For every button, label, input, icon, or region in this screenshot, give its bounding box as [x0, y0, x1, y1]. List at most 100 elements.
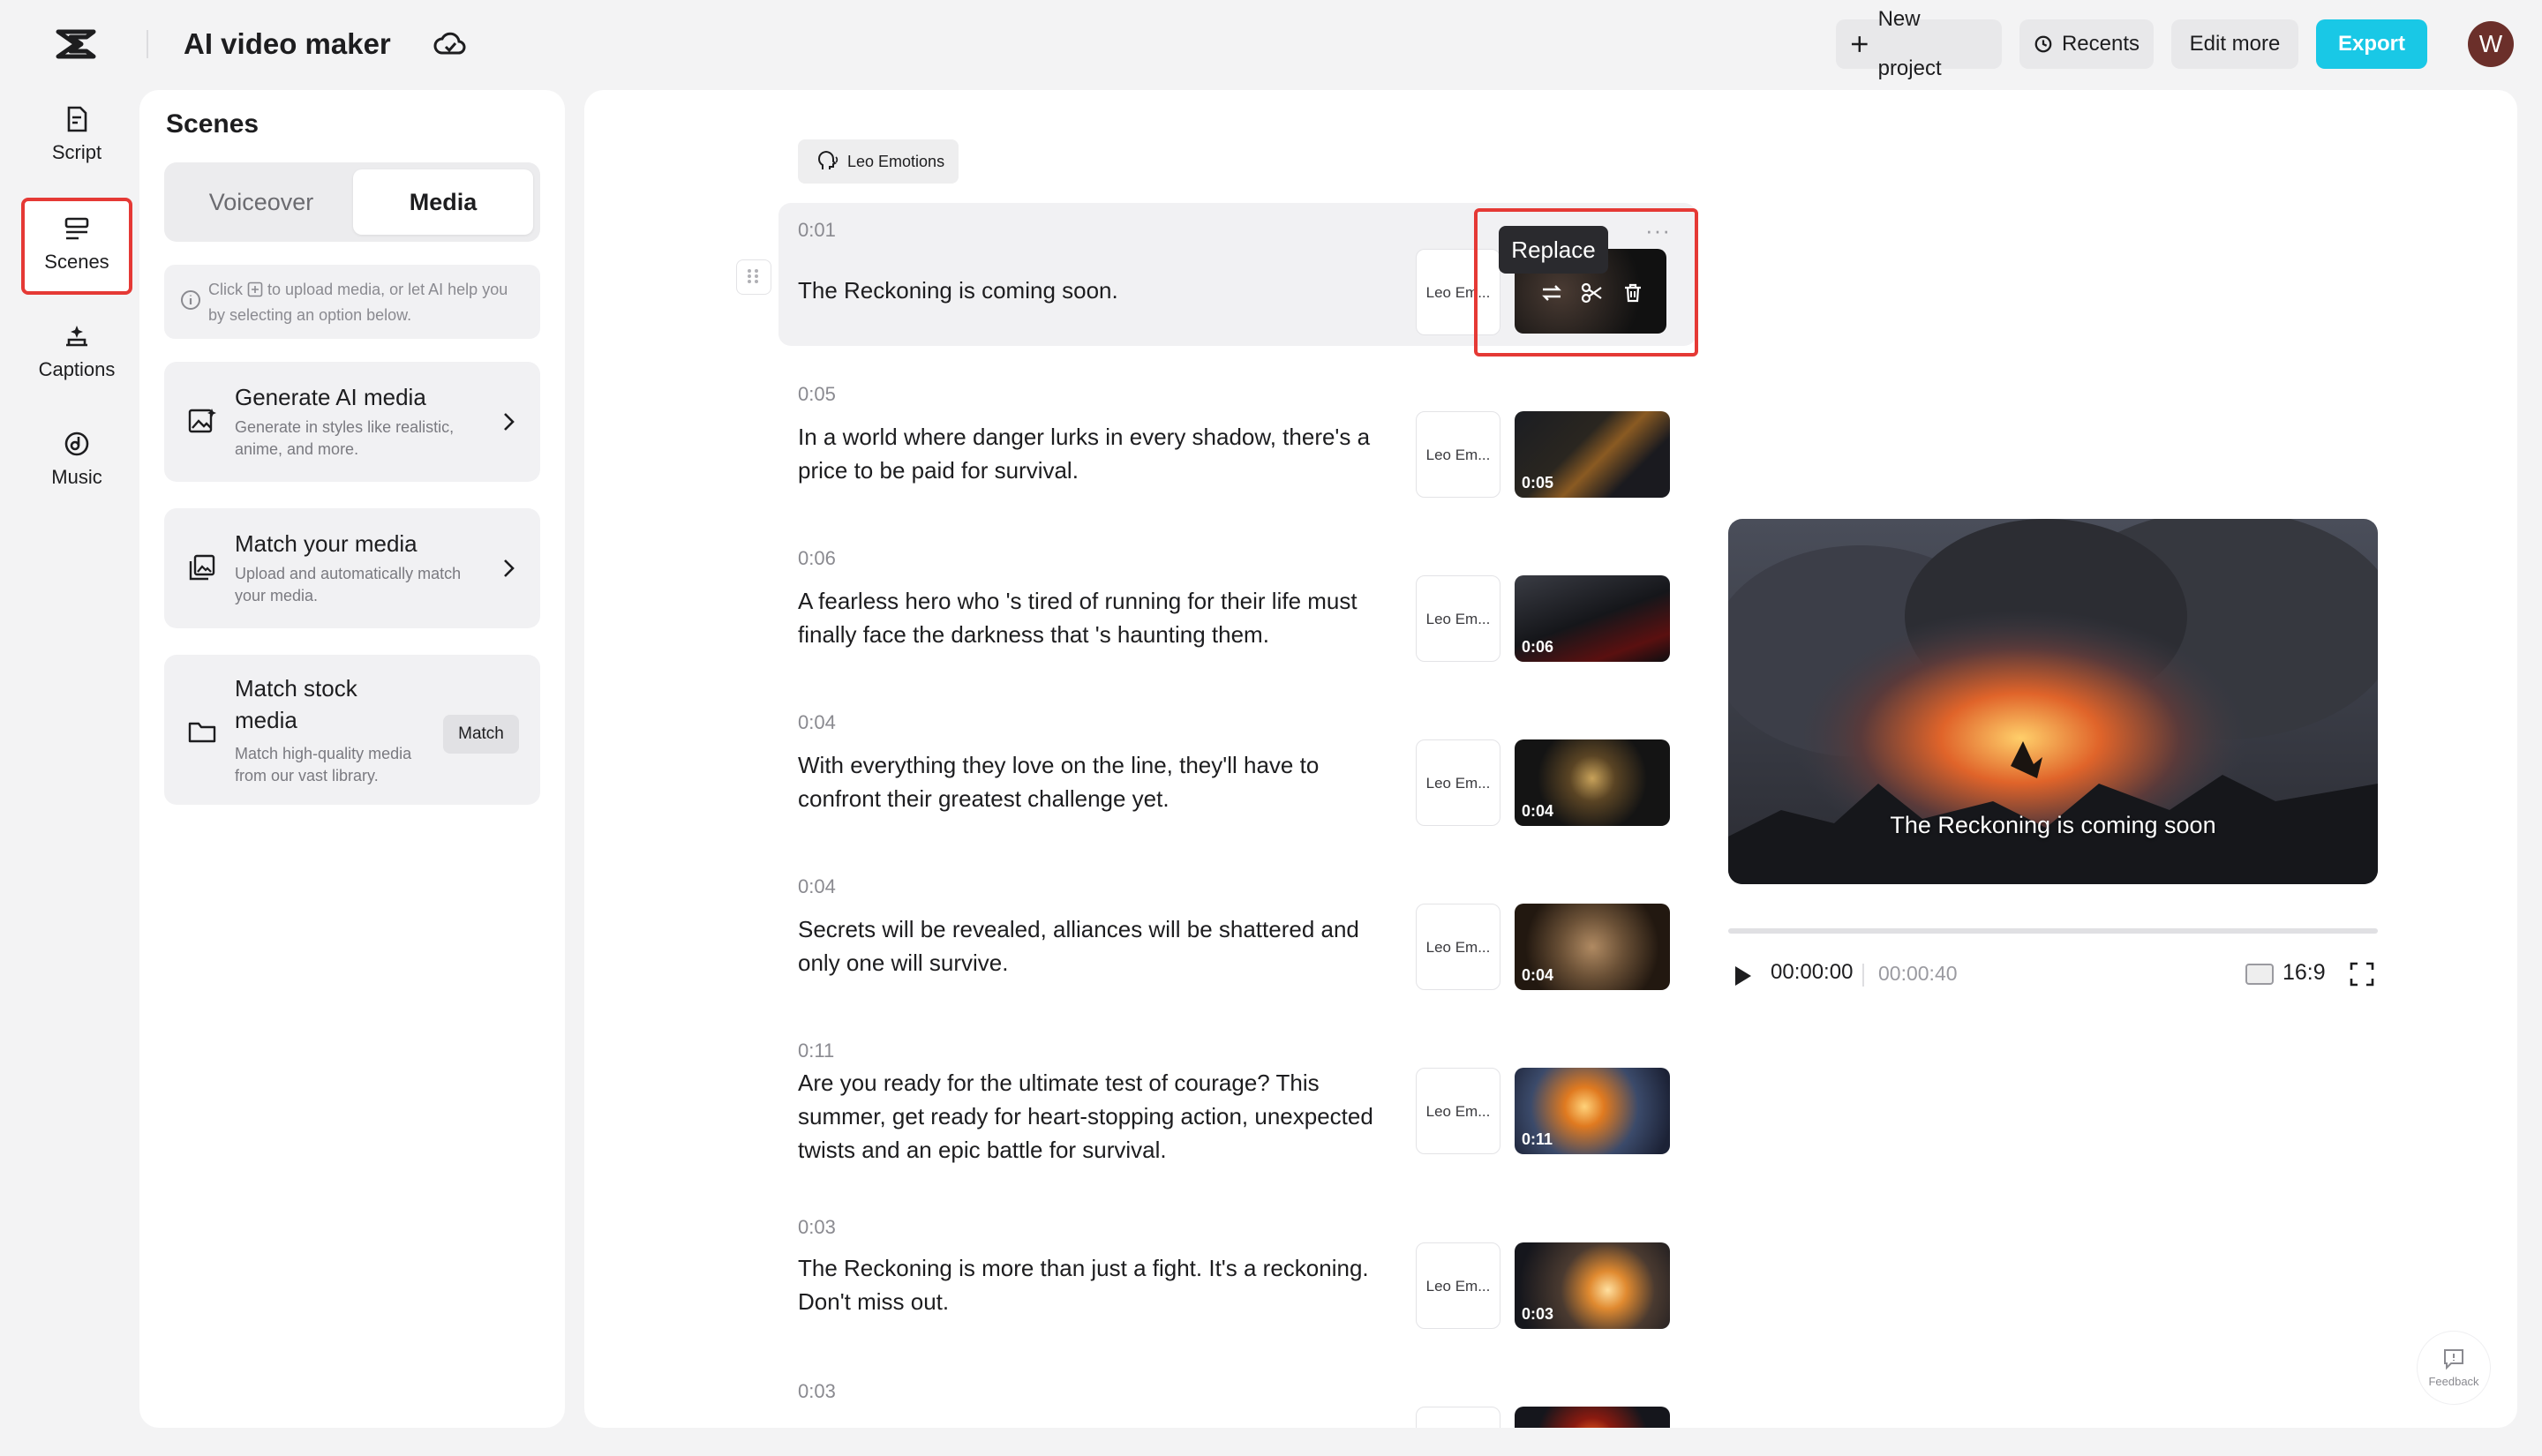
scene-voice-button[interactable]: Leo Em...: [1416, 1068, 1500, 1154]
scene-row[interactable]: 0:03: [778, 1366, 1696, 1428]
scene-row[interactable]: 0:05 In a world where danger lurks in ev…: [778, 369, 1696, 517]
thumbnail-duration: 0:05: [1522, 474, 1553, 492]
rail-label: Scenes: [44, 251, 109, 273]
replace-tooltip: Replace: [1499, 226, 1608, 274]
card-subtitle: Generate in styles like realistic, anime…: [235, 417, 473, 461]
rail-label: Script: [52, 141, 102, 163]
plus-icon: [1850, 34, 1869, 54]
video-preview[interactable]: The Reckoning is coming soon: [1728, 519, 2378, 884]
scene-time: 0:05: [798, 383, 836, 406]
capcut-logo-icon: [53, 25, 99, 64]
card-title: Match stock media: [235, 672, 385, 736]
scene-row[interactable]: 0:06 A fearless hero who 's tired of run…: [778, 533, 1696, 681]
scene-thumbnail[interactable]: 0:06: [1515, 575, 1670, 662]
new-project-button[interactable]: New project: [1836, 19, 2002, 69]
scene-time: 0:06: [798, 547, 836, 570]
rail-label: Captions: [39, 358, 116, 380]
scene-time: 0:03: [798, 1380, 836, 1403]
thumbnail-duration: 0:11: [1522, 1130, 1553, 1149]
current-time: 00:00:00: [1771, 960, 1853, 985]
scene-thumbnail[interactable]: 0:11: [1515, 1068, 1670, 1154]
upload-info-box: Click to upload media, or let AI help yo…: [164, 265, 540, 339]
feedback-button[interactable]: Feedback: [2417, 1331, 2491, 1405]
feedback-icon: [2440, 1346, 2467, 1372]
info-text-before: Click: [208, 281, 243, 298]
scene-row[interactable]: 0:11 Are you ready for the ultimate test…: [778, 1025, 1696, 1202]
export-label: Export: [2338, 19, 2405, 69]
edit-more-button[interactable]: Edit more: [2171, 19, 2298, 69]
more-options-icon[interactable]: ···: [1645, 217, 1671, 244]
scene-text[interactable]: In a world where danger lurks in every s…: [798, 420, 1398, 487]
scenes-icon: [62, 214, 92, 244]
scene-voice-button[interactable]: Leo Em...: [1416, 739, 1500, 826]
scene-voice-button[interactable]: Leo Em...: [1416, 1242, 1500, 1329]
upload-info-text: Click to upload media, or let AI help yo…: [208, 277, 526, 328]
gallery-icon: [187, 552, 217, 582]
scene-thumbnail[interactable]: 0:04: [1515, 739, 1670, 826]
upload-icon[interactable]: [247, 281, 263, 297]
avatar[interactable]: W: [2468, 21, 2514, 67]
match-your-media-card[interactable]: Match your media Upload and automaticall…: [164, 508, 540, 628]
feedback-label: Feedback: [2418, 1375, 2490, 1388]
header-divider: [147, 30, 148, 58]
scene-text[interactable]: With everything they love on the line, t…: [798, 748, 1398, 815]
fullscreen-icon[interactable]: [2348, 960, 2376, 988]
card-subtitle: Match high-quality media from our vast l…: [235, 743, 447, 787]
scene-text[interactable]: Are you ready for the ultimate test of c…: [798, 1066, 1398, 1167]
info-icon: [180, 289, 201, 311]
voice-tag-button[interactable]: Leo Emotions: [798, 139, 959, 184]
scene-thumbnail[interactable]: 0:05: [1515, 411, 1670, 498]
total-time: 00:00:40: [1878, 962, 1958, 986]
scene-time: 0:04: [798, 875, 836, 898]
scene-row[interactable]: 0:04 Secrets will be revealed, alliances…: [778, 861, 1696, 1009]
card-title: Match your media: [235, 528, 417, 559]
chevron-right-icon: [498, 409, 519, 434]
scene-thumbnail[interactable]: [1515, 1407, 1670, 1428]
recents-button[interactable]: Recents: [2019, 19, 2154, 69]
rail-item-script[interactable]: Script: [21, 92, 132, 189]
thumbnail-duration: 0:06: [1522, 638, 1553, 657]
cloud-sync-icon[interactable]: [432, 26, 468, 62]
folder-icon: [187, 717, 217, 747]
aspect-ratio-icon[interactable]: [2245, 964, 2274, 985]
card-title: Generate AI media: [235, 381, 426, 413]
scene-row[interactable]: 0:04 With everything they love on the li…: [778, 697, 1696, 845]
scene-text[interactable]: Secrets will be revealed, alliances will…: [798, 912, 1398, 979]
clock-icon: [2034, 34, 2053, 55]
rail-item-scenes[interactable]: Scenes: [21, 198, 132, 295]
scene-row[interactable]: 0:03 The Reckoning is more than just a f…: [778, 1202, 1696, 1350]
tab-voiceover[interactable]: Voiceover: [171, 169, 351, 235]
captions-icon: [62, 321, 92, 351]
aspect-ratio-label[interactable]: 16:9: [2283, 960, 2326, 986]
scene-voice-button[interactable]: Leo Em...: [1416, 411, 1500, 498]
scene-text[interactable]: The Reckoning is coming soon.: [798, 274, 1398, 307]
voice-head-icon: [817, 150, 840, 173]
export-button[interactable]: Export: [2316, 19, 2427, 69]
scene-thumbnail[interactable]: 0:04: [1515, 904, 1670, 990]
match-button[interactable]: Match: [443, 715, 519, 754]
play-icon[interactable]: [1728, 962, 1756, 990]
scene-thumbnail[interactable]: 0:03: [1515, 1242, 1670, 1329]
voiceover-media-toggle: Voiceover Media: [164, 162, 540, 242]
playback-progress-bar[interactable]: [1728, 928, 2378, 934]
rail-label: Music: [51, 466, 102, 488]
scene-voice-button[interactable]: [1416, 1407, 1500, 1428]
recents-label: Recents: [2062, 19, 2140, 69]
generate-ai-media-card[interactable]: Generate AI media Generate in styles lik…: [164, 362, 540, 482]
tab-media[interactable]: Media: [353, 169, 533, 235]
rail-item-captions[interactable]: Captions: [21, 309, 132, 406]
time-divider: [1862, 964, 1864, 987]
scene-voice-button[interactable]: Leo Em...: [1416, 575, 1500, 662]
thumbnail-duration: 0:03: [1522, 1305, 1553, 1324]
script-icon: [62, 104, 92, 134]
voice-tag-label: Leo Emotions: [847, 139, 944, 184]
scene-time: 0:03: [798, 1216, 836, 1239]
match-stock-media-card[interactable]: Match stock media Match high-quality med…: [164, 655, 540, 805]
page-title: AI video maker: [184, 23, 391, 65]
rail-item-music[interactable]: Music: [21, 417, 132, 514]
scene-text[interactable]: The Reckoning is more than just a fight.…: [798, 1251, 1398, 1318]
scene-text[interactable]: A fearless hero who 's tired of running …: [798, 584, 1398, 651]
preview-caption: The Reckoning is coming soon: [1728, 812, 2378, 839]
drag-handle-icon[interactable]: [736, 259, 771, 295]
scene-voice-button[interactable]: Leo Em...: [1416, 904, 1500, 990]
